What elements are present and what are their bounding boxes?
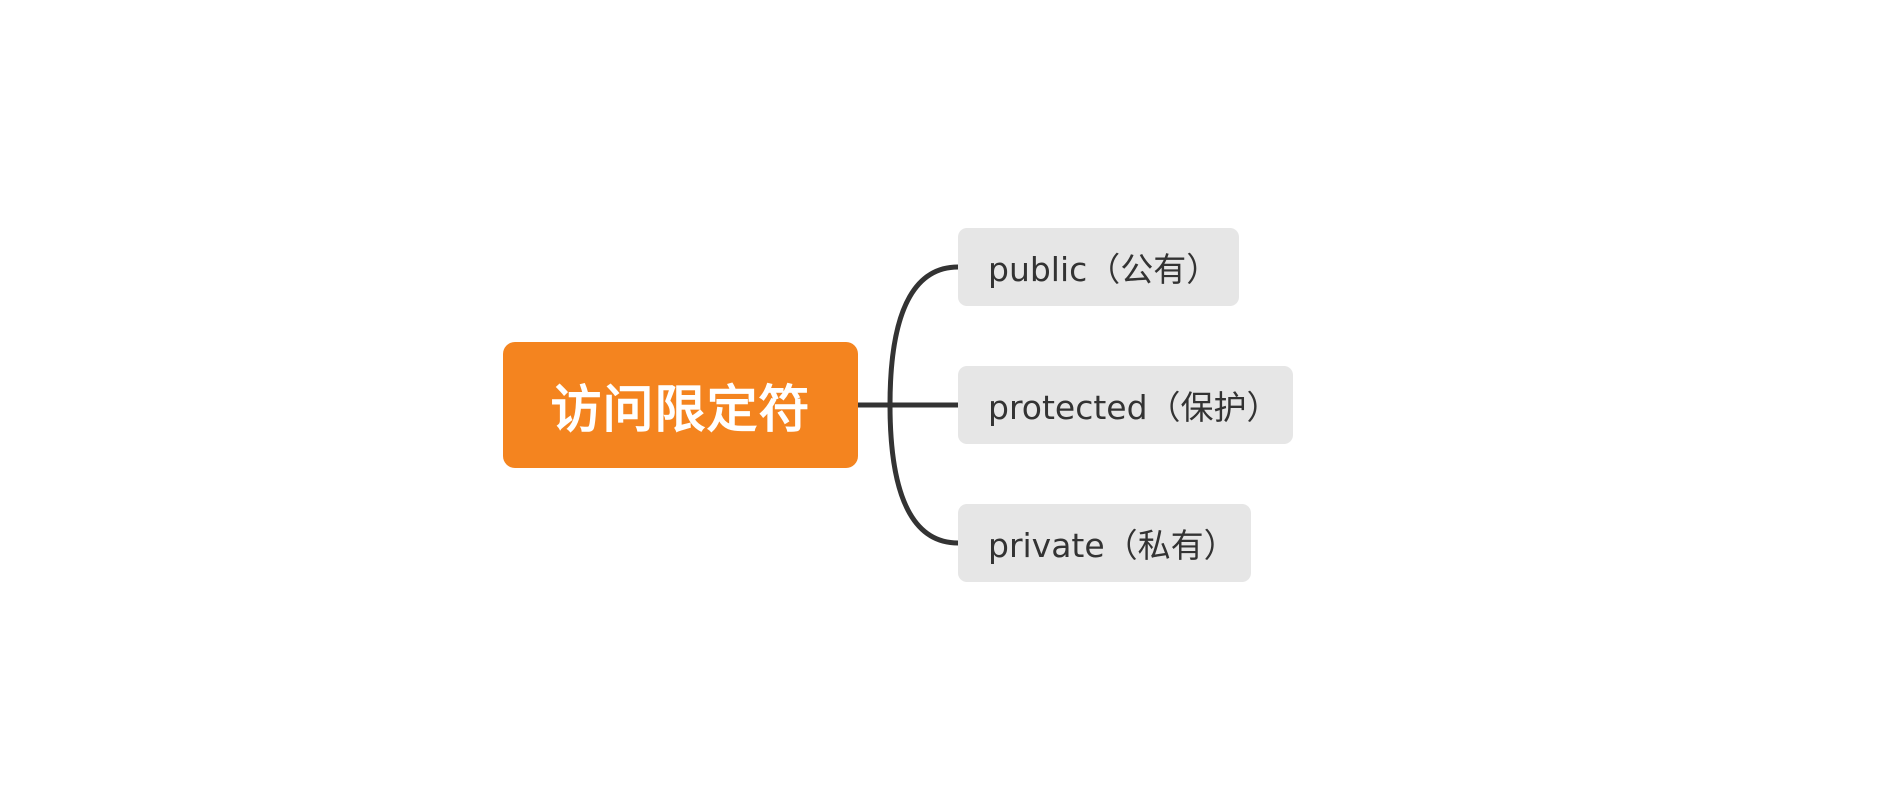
- connector-branch-public: [887, 264, 959, 406]
- child-node-label: private（私有）: [988, 526, 1237, 565]
- root-node[interactable]: 访问限定符: [503, 342, 858, 468]
- child-node-label: protected（保护）: [988, 388, 1280, 427]
- child-node-label: public（公有）: [988, 250, 1220, 289]
- root-node-label: 访问限定符: [550, 381, 811, 440]
- connector-lines: [858, 264, 959, 546]
- child-node-public[interactable]: public（公有）: [958, 228, 1239, 306]
- mind-map-canvas: 访问限定符 public（公有） protected（保护） private（私…: [0, 0, 1894, 803]
- child-node-protected[interactable]: protected（保护）: [958, 366, 1293, 444]
- child-node-private[interactable]: private（私有）: [958, 504, 1251, 582]
- connector-branch-private: [887, 404, 959, 546]
